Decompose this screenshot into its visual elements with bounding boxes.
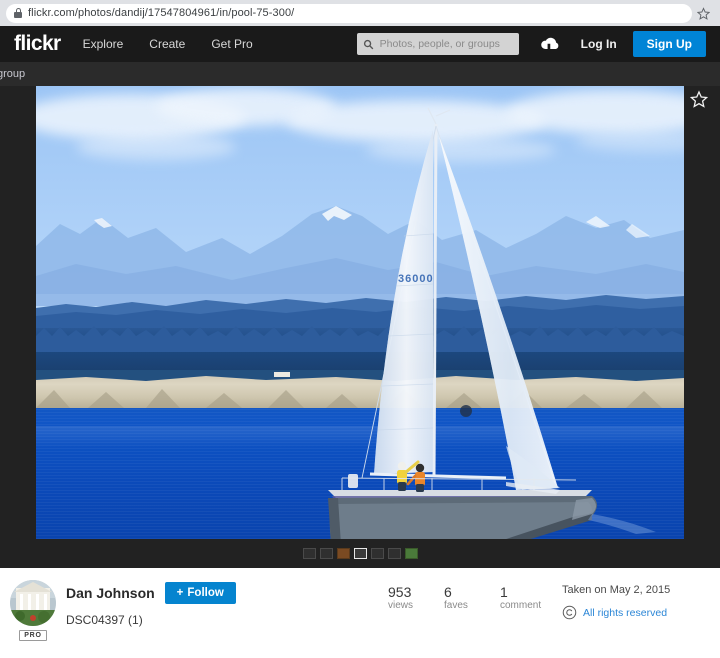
owner-block: PRO Dan Johnson + Follow DSC04397 (1)	[10, 580, 236, 641]
thumbnail-4[interactable]	[353, 548, 367, 559]
rights-row: All rights reserved	[562, 605, 670, 620]
filmstrip	[0, 539, 720, 568]
thumbnail-2[interactable]	[319, 548, 333, 559]
svg-text:36000: 36000	[398, 273, 434, 285]
flickr-header: flickr Explore Create Get Pro Photos, pe…	[0, 26, 720, 62]
search-icon	[363, 39, 374, 50]
sailboat: 36000	[328, 107, 656, 539]
flickr-logo[interactable]: flickr	[14, 32, 61, 56]
avatar-wrap: PRO	[10, 580, 56, 641]
views-label: views	[388, 600, 414, 612]
main-photo[interactable]: 36000	[36, 86, 684, 539]
url-text: flickr.com/photos/dandij/17547804961/in/…	[28, 7, 295, 19]
photo-title[interactable]: DSC04397 (1)	[66, 613, 236, 627]
owner-text: Dan Johnson + Follow DSC04397 (1)	[66, 580, 236, 627]
stat-comments[interactable]: 1 comment	[500, 584, 556, 611]
views-count: 953	[388, 584, 412, 600]
lock-icon	[14, 8, 22, 18]
owner-name[interactable]: Dan Johnson	[66, 585, 155, 601]
taken-on-date: Taken on May 2, 2015	[562, 584, 671, 596]
photo-info-bar: PRO Dan Johnson + Follow DSC04397 (1) 95…	[0, 568, 720, 658]
signup-button[interactable]: Sign Up	[632, 31, 706, 57]
stats-block: 953 views 6 faves 1 comment	[388, 584, 556, 611]
copyright-icon	[562, 605, 577, 620]
meta-block: Taken on May 2, 2015 All rights reserved	[562, 584, 670, 620]
avatar[interactable]	[10, 580, 56, 626]
browser-chrome: flickr.com/photos/dandij/17547804961/in/…	[0, 0, 720, 26]
star-outline-icon[interactable]	[688, 88, 710, 110]
search-placeholder: Photos, people, or groups	[379, 38, 500, 50]
login-link[interactable]: Log In	[581, 37, 617, 51]
faves-count: 6	[444, 584, 452, 600]
stat-views[interactable]: 953 views	[388, 584, 444, 611]
nav-link-create[interactable]: Create	[149, 37, 185, 51]
breadcrumb-group-link[interactable]: group	[0, 68, 25, 80]
header-right-group: Photos, people, or groups Log In Sign Up	[356, 31, 706, 57]
thumbnail-7[interactable]	[404, 548, 418, 559]
thumbnail-3[interactable]	[336, 548, 350, 559]
pro-badge: PRO	[19, 630, 47, 641]
nav-link-get-pro[interactable]: Get Pro	[211, 37, 252, 51]
search-input[interactable]: Photos, people, or groups	[356, 33, 519, 55]
comments-count: 1	[500, 584, 508, 600]
cloud-upload-icon[interactable]	[537, 35, 561, 53]
follow-button[interactable]: + Follow	[164, 582, 236, 604]
photo-stage: 36000	[0, 86, 720, 568]
star-icon[interactable]	[692, 2, 714, 24]
faves-label: faves	[444, 600, 468, 612]
stat-faves[interactable]: 6 faves	[444, 584, 500, 611]
address-bar[interactable]: flickr.com/photos/dandij/17547804961/in/…	[6, 3, 692, 23]
comments-label: comment	[500, 600, 542, 612]
follow-label: Follow	[187, 587, 224, 599]
thumbnail-5[interactable]	[370, 548, 384, 559]
breadcrumb: group	[0, 62, 720, 86]
nav-link-explore[interactable]: Explore	[83, 37, 124, 51]
owner-name-row: Dan Johnson + Follow	[66, 582, 236, 604]
thumbnail-6[interactable]	[387, 548, 401, 559]
plus-icon: +	[176, 587, 184, 599]
thumbnail-1[interactable]	[302, 548, 316, 559]
rights-link[interactable]: All rights reserved	[583, 607, 667, 619]
